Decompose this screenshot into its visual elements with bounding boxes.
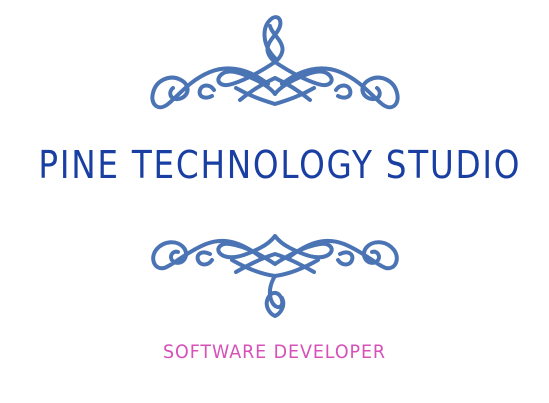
tagline-subtitle: SOFTWARE DEVELOPER bbox=[163, 341, 386, 363]
bottom-flourish-icon bbox=[151, 234, 399, 318]
top-flourish-icon bbox=[150, 15, 400, 110]
logo: PINE TECHNOLOGY STUDIO SOFTWARE DEVELOPE… bbox=[0, 0, 549, 403]
studio-name-title: PINE TECHNOLOGY STUDIO bbox=[38, 143, 522, 187]
